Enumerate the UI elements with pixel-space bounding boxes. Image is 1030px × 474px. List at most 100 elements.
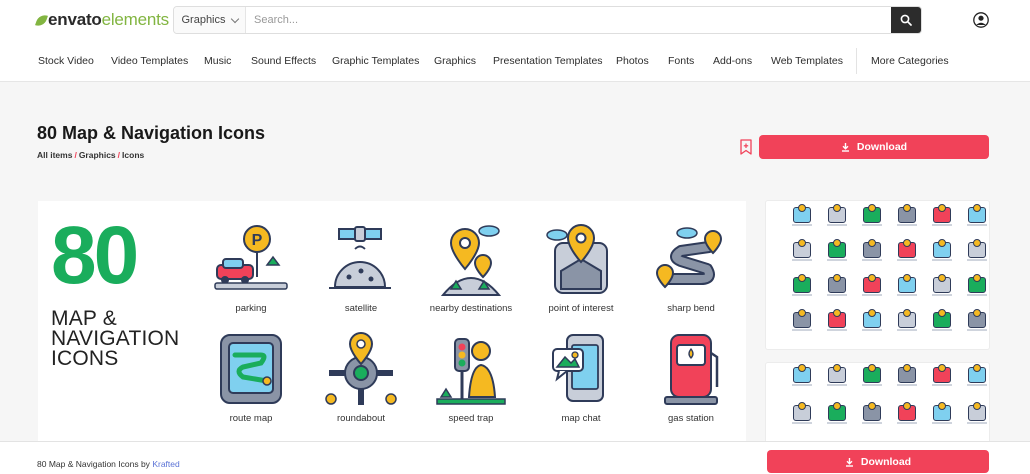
- thumbnail-mini-icon: [896, 274, 918, 299]
- parking-icon: P: [214, 225, 288, 290]
- thumbnail-mini-icon: [896, 402, 918, 427]
- preview-icon-speed-trap: speed trap: [421, 331, 521, 424]
- search-bar: Graphics: [173, 6, 922, 34]
- download-button-label: Download: [860, 455, 912, 468]
- search-category-dropdown[interactable]: Graphics: [174, 7, 246, 33]
- icon-label-nearby-destinations: nearby destinations: [429, 303, 513, 314]
- preview-thumbnail-1[interactable]: [766, 201, 989, 349]
- thumbnail-mini-icon: [896, 364, 918, 389]
- logo-text-elements: elements: [101, 10, 170, 29]
- thumbnail-mini-icon: [791, 309, 813, 334]
- thumbnail-mini-icon: [826, 239, 848, 264]
- bookmark-icon[interactable]: [739, 139, 753, 155]
- thumbnail-mini-icon: [931, 309, 953, 334]
- nav-photos[interactable]: Photos: [616, 55, 649, 67]
- icon-label-sharp-bend: sharp bend: [667, 303, 715, 314]
- item-preview-image[interactable]: 80 MAP & NAVIGATION ICONS P parking sate…: [38, 201, 746, 441]
- thumbnail-mini-icon: [931, 274, 953, 299]
- thumbnail-mini-icon: [966, 204, 988, 229]
- download-button[interactable]: Download: [759, 135, 989, 159]
- preview-icon-nearby-destinations: nearby destinations: [421, 221, 521, 314]
- thumbnail-mini-icon: [826, 402, 848, 427]
- thumbnail-mini-icon: [791, 204, 813, 229]
- preview-icon-roundabout: roundabout: [311, 331, 411, 424]
- thumbnail-mini-icon: [791, 402, 813, 427]
- thumbnail-mini-icon: [931, 402, 953, 427]
- icon-label-parking: parking: [235, 303, 267, 314]
- preview-icon-gas-station: gas station: [641, 331, 741, 424]
- nav-fonts[interactable]: Fonts: [668, 55, 694, 67]
- download-icon: [845, 457, 853, 467]
- icon-label-roundabout: roundabout: [336, 413, 386, 424]
- breadcrumb-all-items[interactable]: All items: [37, 150, 72, 160]
- nav-sound-effects[interactable]: Sound Effects: [251, 55, 316, 67]
- icon-label-route-map: route map: [229, 413, 273, 424]
- search-category-label: Graphics: [181, 14, 226, 26]
- nav-video-templates[interactable]: Video Templates: [111, 55, 188, 67]
- download-button-bottom[interactable]: Download: [767, 450, 989, 473]
- envato-elements-logo[interactable]: envato elements: [35, 10, 170, 30]
- icon-label-point-of-interest: point of interest: [548, 303, 614, 314]
- preview-icon-sharp-bend: sharp bend: [641, 221, 741, 314]
- thumbnail-mini-icon: [966, 402, 988, 427]
- thumbnail-mini-icon: [826, 274, 848, 299]
- download-button-label: Download: [856, 141, 908, 153]
- nav-divider: [856, 48, 857, 74]
- credit-prefix: 80 Map & Navigation Icons by: [37, 459, 150, 469]
- page-title: 80 Map & Navigation Icons: [37, 123, 266, 143]
- nav-web-templates[interactable]: Web Templates: [771, 55, 843, 67]
- breadcrumb-icons[interactable]: Icons: [122, 150, 144, 160]
- thumbnail-mini-icon: [966, 364, 988, 389]
- top-header: envato elements Graphics: [0, 0, 1030, 40]
- search-button[interactable]: [891, 7, 921, 33]
- nav-presentation-templates[interactable]: Presentation Templates: [493, 55, 603, 67]
- thumbnail-mini-icon: [791, 239, 813, 264]
- nav-music[interactable]: Music: [204, 55, 231, 67]
- map-chat-icon: [552, 334, 604, 402]
- preview-icon-satellite: satellite: [311, 221, 411, 314]
- thumbnail-mini-icon: [931, 364, 953, 389]
- thumbnail-mini-icon: [861, 274, 883, 299]
- icon-label-map-chat: map chat: [561, 413, 601, 424]
- sharp-bend-icon: [655, 227, 723, 289]
- search-input[interactable]: [246, 7, 891, 33]
- thumbnail-mini-icon: [896, 204, 918, 229]
- roundabout-icon: [325, 331, 397, 405]
- thumbnail-mini-icon: [966, 239, 988, 264]
- author-link[interactable]: Krafted: [152, 459, 179, 469]
- nav-stock-video[interactable]: Stock Video: [38, 55, 94, 67]
- thumbnail-mini-icon: [966, 274, 988, 299]
- thumbnail-mini-icon: [861, 309, 883, 334]
- nearby-destinations-icon: [440, 225, 502, 296]
- gas-station-icon: [664, 334, 719, 405]
- thumbnail-mini-icon: [931, 204, 953, 229]
- thumbnail-mini-icon: [861, 364, 883, 389]
- thumbnail-mini-icon: [966, 309, 988, 334]
- thumbnail-mini-icon: [826, 364, 848, 389]
- nav-more-categories[interactable]: More Categories: [871, 55, 949, 67]
- search-icon: [900, 14, 912, 26]
- thumbnail-mini-icon: [896, 239, 918, 264]
- route-map-icon: [220, 334, 282, 404]
- preview-thumbnail-2[interactable]: [766, 363, 989, 443]
- breadcrumb-graphics[interactable]: Graphics: [79, 150, 116, 160]
- nav-add-ons[interactable]: Add-ons: [713, 55, 752, 67]
- svg-text:P: P: [252, 232, 263, 249]
- preview-big-text: MAP & NAVIGATION ICONS: [51, 307, 180, 370]
- thumbnail-mini-icon: [791, 274, 813, 299]
- speed-trap-icon: [436, 338, 506, 405]
- nav-graphics[interactable]: Graphics: [434, 55, 476, 67]
- icon-label-speed-trap: speed trap: [448, 413, 494, 424]
- chevron-down-icon: [230, 14, 239, 23]
- user-account-icon[interactable]: [973, 12, 989, 28]
- nav-graphic-templates[interactable]: Graphic Templates: [332, 55, 419, 67]
- icon-label-gas-station: gas station: [668, 413, 714, 424]
- thumbnail-mini-icon: [861, 204, 883, 229]
- thumbnail-mini-icon: [861, 402, 883, 427]
- thumbnail-mini-icon: [826, 204, 848, 229]
- preview-icon-parking: P parking: [201, 221, 301, 314]
- download-icon: [841, 143, 849, 152]
- thumbnail-mini-icon: [931, 239, 953, 264]
- preview-big-number: 80: [51, 210, 139, 301]
- thumbnail-mini-icon: [861, 239, 883, 264]
